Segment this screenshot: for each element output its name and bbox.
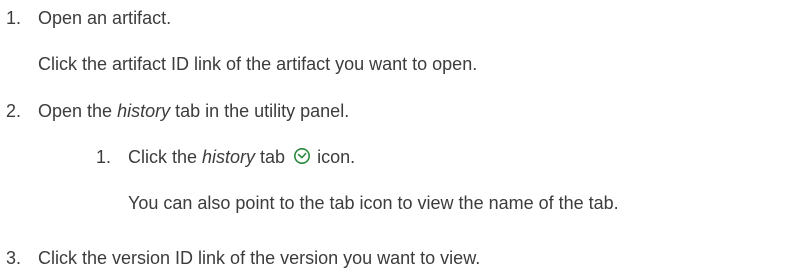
substep-text: Click the history tab icon. (128, 146, 355, 168)
clock-icon (293, 147, 311, 165)
step-text: Open the history tab in the utility pane… (38, 100, 349, 122)
substep-number: 1. (96, 147, 112, 167)
step-detail: Click the artifact ID link of the artifa… (38, 54, 478, 74)
substep-text-before: Click the (128, 147, 203, 167)
step-text-before: Open the (38, 101, 118, 121)
step-text-emphasis: history (117, 101, 171, 121)
step-text: Click the version ID link of the version… (38, 248, 481, 268)
substep-text-middle: tab (255, 147, 291, 167)
step-text: Open an artifact. (38, 8, 172, 28)
substep-text-emphasis: history (202, 147, 256, 167)
step-text-after: tab in the utility panel. (170, 101, 350, 121)
step-number: 2. (6, 101, 22, 121)
substep-text-after: icon. (312, 147, 356, 167)
substep-detail: You can also point to the tab icon to vi… (128, 193, 619, 213)
step-number: 3. (6, 248, 22, 268)
step-number: 1. (6, 8, 22, 28)
